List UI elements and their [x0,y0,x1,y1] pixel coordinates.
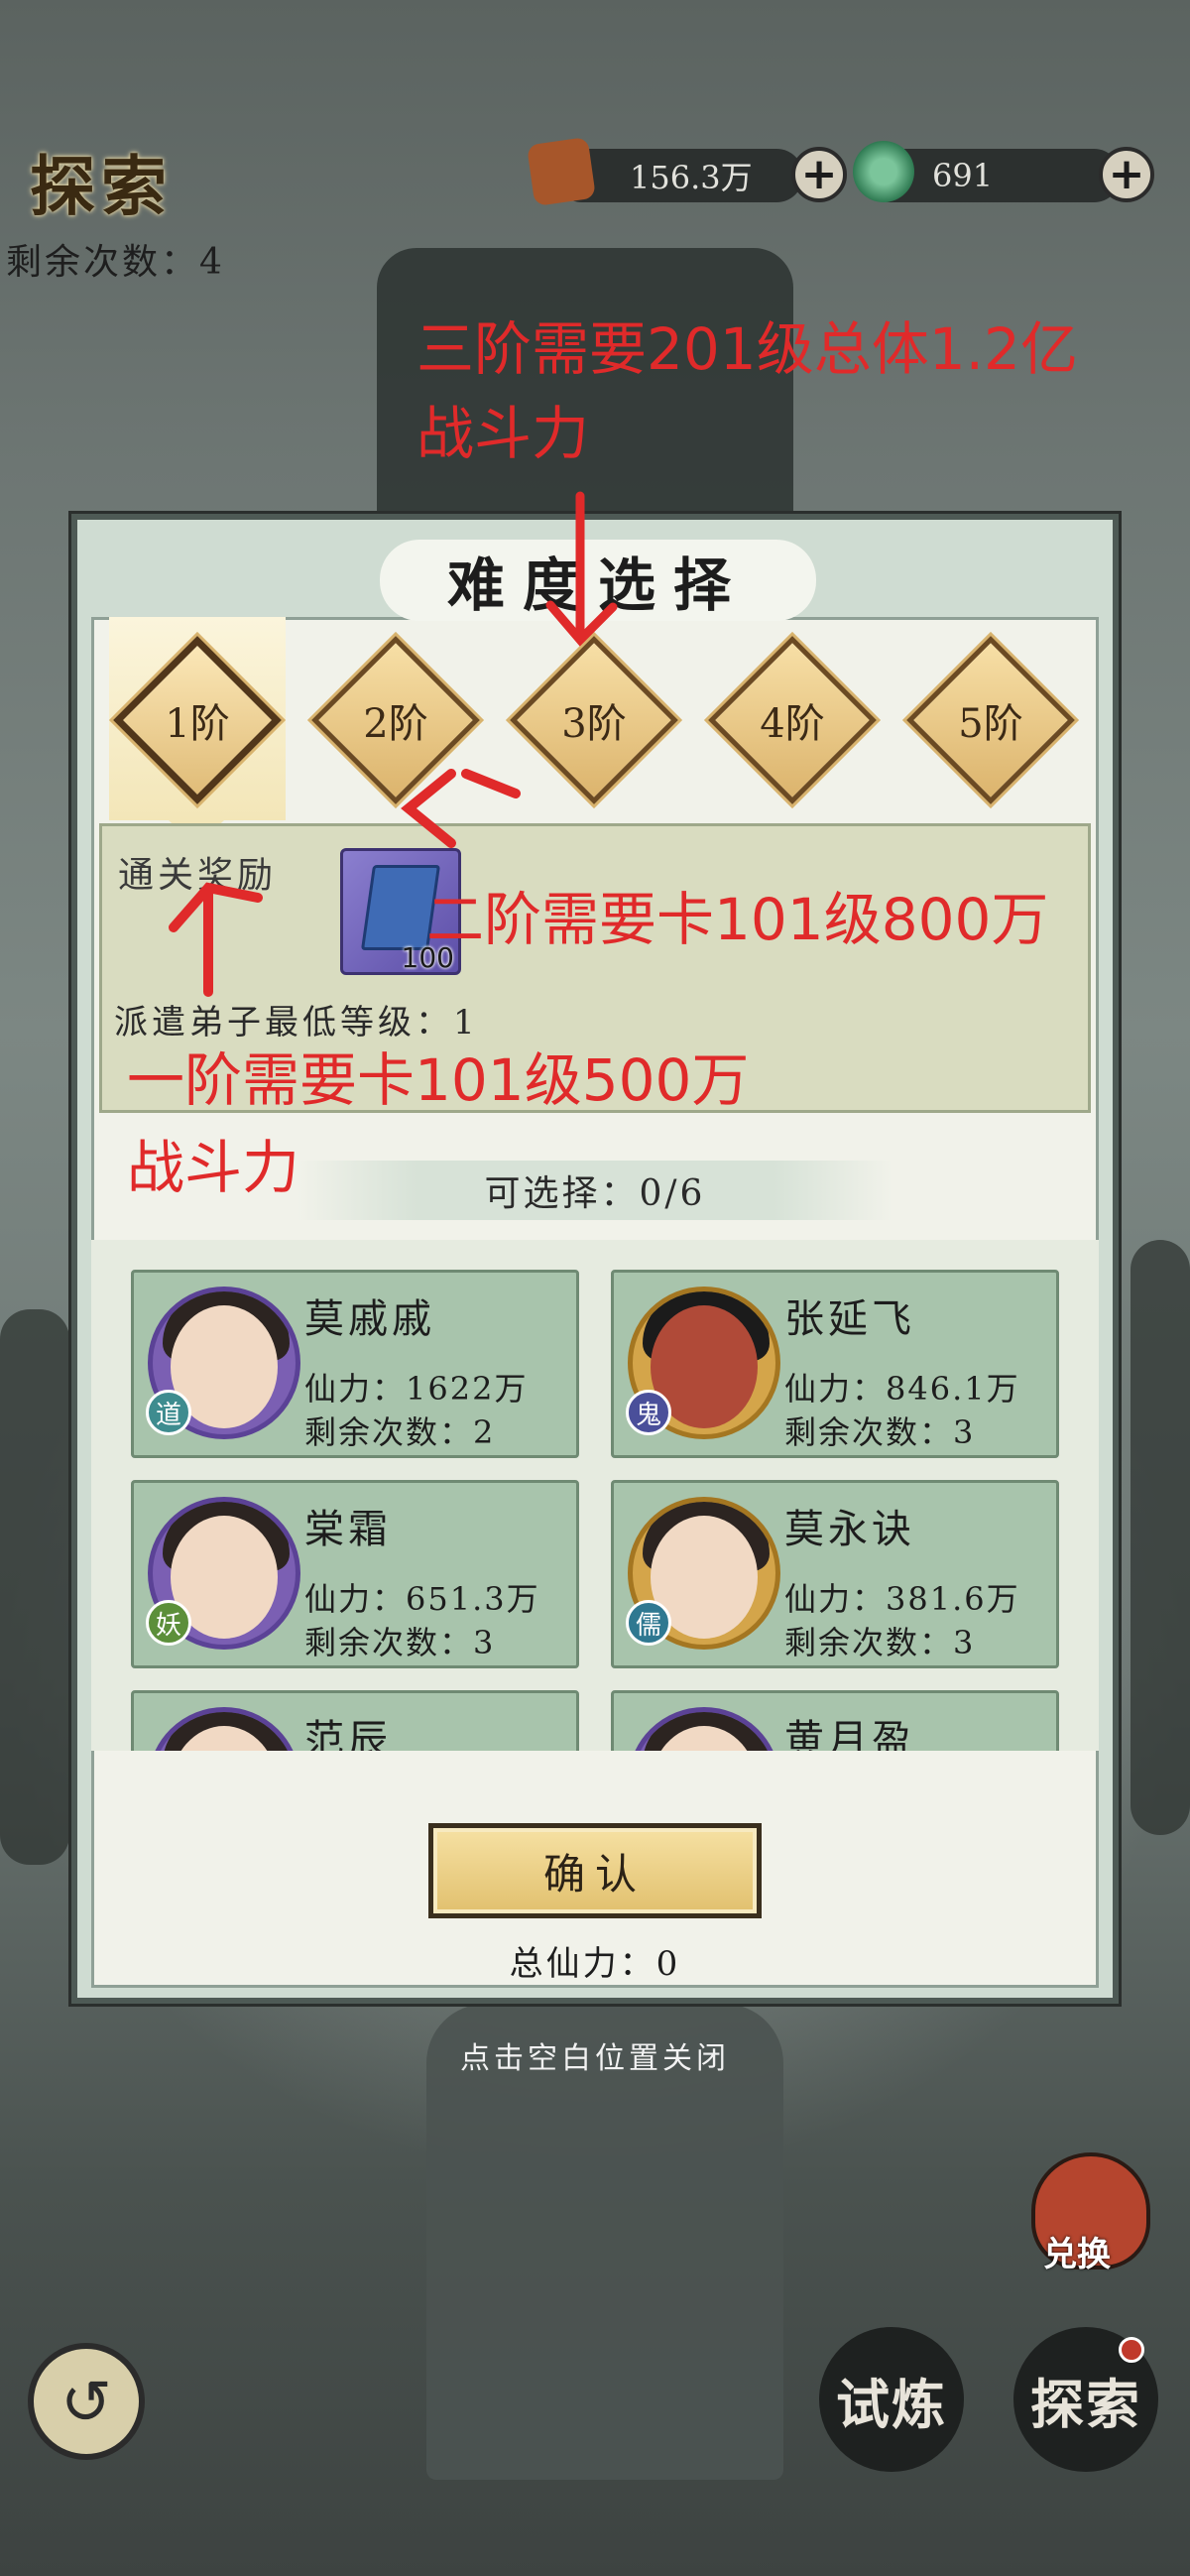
arrow-left-icon [401,769,521,848]
arrow-down-icon [545,491,618,647]
annotation-arrows [169,491,618,997]
arrow-up-icon [169,882,263,997]
